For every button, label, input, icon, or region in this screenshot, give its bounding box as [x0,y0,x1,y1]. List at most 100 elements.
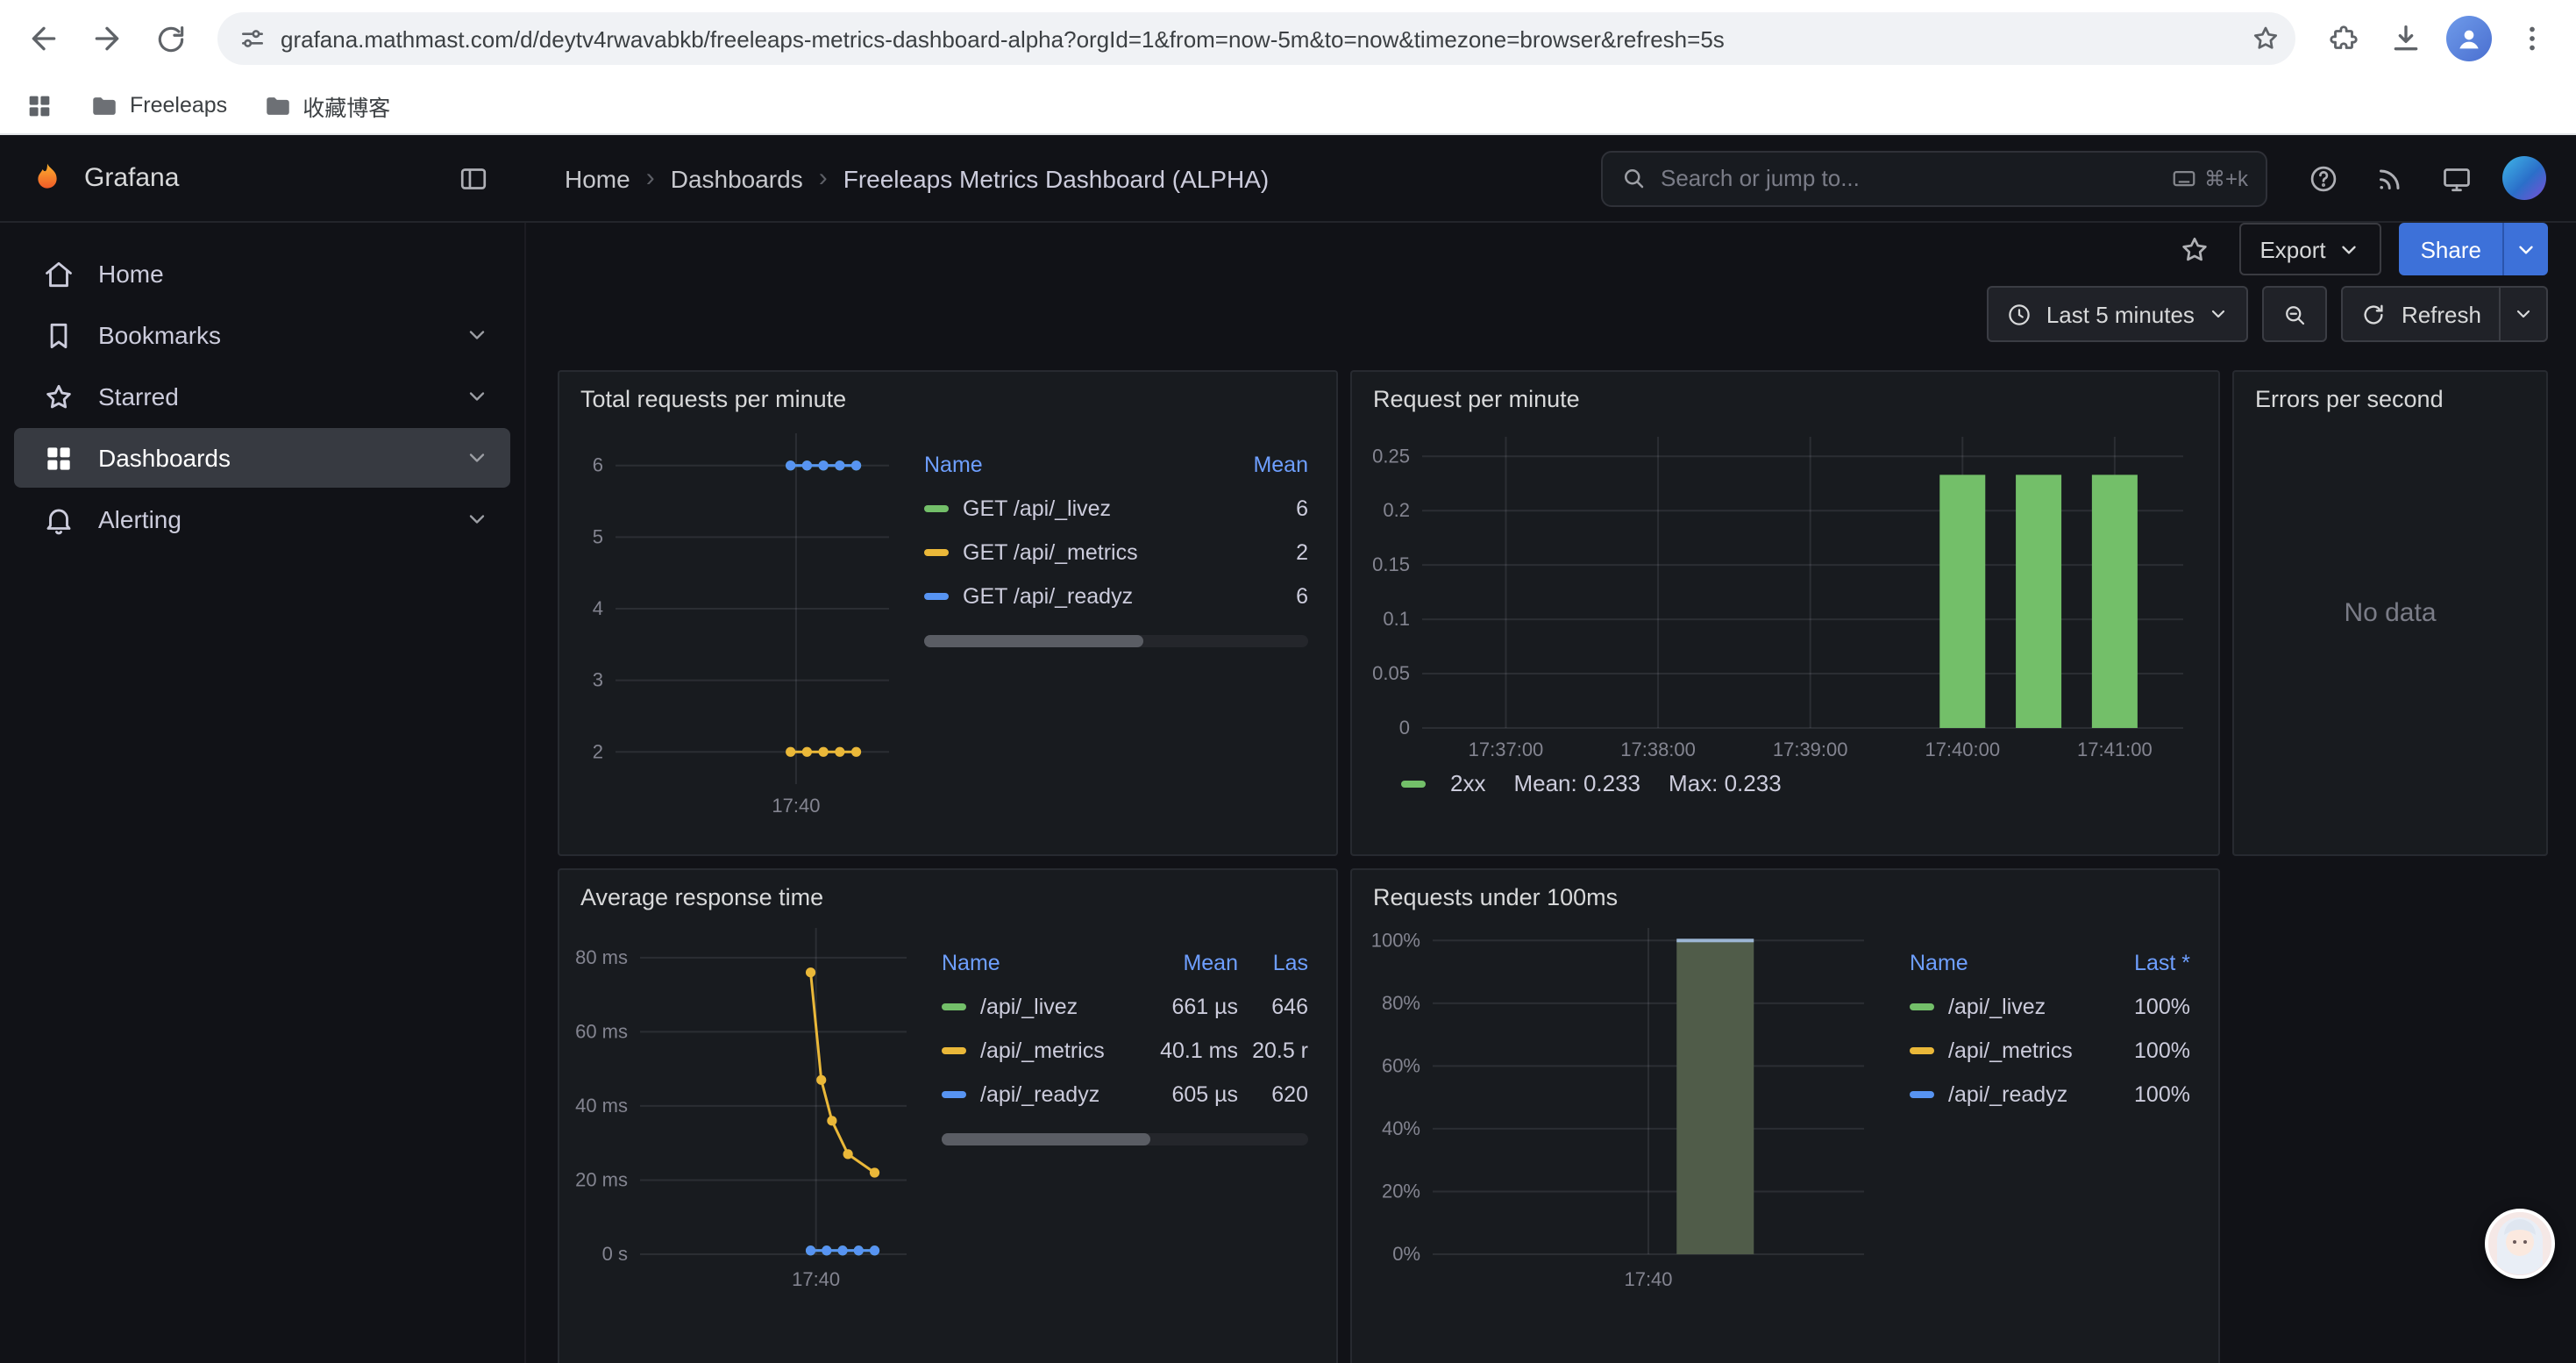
user-menu-button[interactable] [2495,150,2551,206]
average-response-time-chart[interactable]: 80 ms60 ms40 ms20 ms0 s17:40 [570,914,921,1296]
legend-row[interactable]: GET /api/_metrics2 [924,530,1308,574]
assistant-avatar[interactable] [2485,1209,2555,1279]
legend-row[interactable]: GET /api/_livez6 [924,486,1308,530]
refresh-button[interactable]: Refresh [2344,288,2499,340]
svg-text:100%: 100% [1371,929,1420,951]
time-range-picker[interactable]: Last 5 minutes [1987,286,2249,342]
bookmark-folder-freeleaps[interactable]: Freeleaps [89,90,227,120]
refresh-interval-button[interactable] [2499,288,2546,340]
zoom-out-button[interactable] [2263,286,2328,342]
chevron-down-icon[interactable] [465,507,489,532]
breadcrumb-dashboards[interactable]: Dashboards [671,164,803,192]
scrollbar-thumb[interactable] [942,1133,1150,1145]
chevron-down-icon [2515,238,2537,260]
svg-text:0: 0 [1399,717,1410,739]
share-menu-button[interactable] [2502,223,2548,275]
legend-scrollbar[interactable] [924,635,1308,647]
svg-text:0.15: 0.15 [1372,553,1410,575]
download-button[interactable] [2376,9,2436,68]
sidebar-toggle-button[interactable] [445,150,502,206]
back-button[interactable] [14,9,74,68]
zoom-out-icon [2282,301,2309,327]
legend-header: NameMean [924,444,1308,486]
sidebar-item-dashboards[interactable]: Dashboards [14,428,510,488]
site-info-icon[interactable] [238,25,267,53]
grafana-logo[interactable] [28,159,67,197]
search-box[interactable]: ⌘+k [1601,150,2267,206]
time-range-label: Last 5 minutes [2046,301,2195,327]
panel-title[interactable]: Request per minute [1352,372,2218,416]
share-label: Share [2400,223,2502,275]
bookmark-star-icon[interactable] [2250,23,2281,54]
series-value: 661 µs [1129,994,1238,1018]
help-button[interactable] [2295,150,2352,206]
bookmark-label: Freeleaps [130,93,227,118]
search-input[interactable] [1661,165,2157,191]
refresh-button-group: Refresh [2342,286,2548,342]
folder-icon [89,90,119,120]
sidebar-item-label: Bookmarks [98,321,221,349]
svg-text:17:40: 17:40 [792,1268,840,1290]
url-bar[interactable] [217,12,2295,65]
series-swatch [924,504,949,511]
chevron-down-icon[interactable] [465,384,489,409]
help-icon [2308,162,2339,194]
breadcrumb-home[interactable]: Home [565,164,630,192]
panel-title[interactable]: Total requests per minute [559,372,1336,416]
display-button[interactable] [2429,150,2485,206]
svg-text:0.05: 0.05 [1372,662,1410,684]
total-requests-chart[interactable]: 6543217:40 [570,416,903,823]
refresh-label: Refresh [2402,301,2481,327]
svg-text:0.25: 0.25 [1372,445,1410,467]
sidebar-item-label: Dashboards [98,444,231,472]
apps-grid-icon[interactable] [25,90,54,120]
chevron-down-icon[interactable] [465,323,489,347]
sidebar-item-home[interactable]: Home [14,244,510,303]
sidebar-item-starred[interactable]: Starred [14,367,510,426]
series-value: 605 µs [1129,1081,1238,1106]
legend-row[interactable]: /api/_readyz605 µs620 [942,1072,1308,1116]
svg-text:40 ms: 40 ms [575,1095,628,1117]
legend-row[interactable]: /api/_readyz100% [1910,1072,2190,1116]
legend-row[interactable]: /api/_metrics40.1 ms20.5 r [942,1028,1308,1072]
legend-row[interactable]: /api/_metrics100% [1910,1028,2190,1072]
browser-profile-button[interactable] [2439,9,2499,68]
svg-text:4: 4 [593,597,603,619]
forward-button[interactable] [77,9,137,68]
legend-inline[interactable]: 2xx Mean: 0.233 Max: 0.233 [1352,767,2218,810]
svg-text:0%: 0% [1392,1243,1420,1265]
extensions-button[interactable] [2313,9,2373,68]
no-data-message: No data [2344,597,2436,673]
sidebar-item-alerting[interactable]: Alerting [14,489,510,549]
chevron-down-icon[interactable] [465,446,489,470]
legend-row[interactable]: /api/_livez100% [1910,984,2190,1028]
legend-scrollbar[interactable] [942,1133,1308,1145]
series-swatch [942,1046,966,1053]
panel-total-requests: Total requests per minute 6543217:40 Nam… [558,370,1338,856]
favorite-dashboard-button[interactable] [2168,223,2221,275]
requests-under-100ms-chart[interactable]: 100%80%60%40%20%0%17:40 [1363,914,1889,1296]
svg-text:17:40: 17:40 [772,795,820,817]
browser-menu-button[interactable] [2502,9,2562,68]
series-swatch [1910,1046,1934,1053]
legend-table: NameMeanGET /api/_livez6GET /api/_metric… [924,444,1308,854]
series-name: /api/_readyz [1948,1081,2106,1106]
export-button[interactable]: Export [2238,223,2381,275]
reload-button[interactable] [140,9,200,68]
search-shortcut: ⌘+k [2171,165,2248,191]
bookmark-folder-blogs[interactable]: 收藏博客 [262,89,390,122]
request-per-minute-chart[interactable]: 0.250.20.150.10.05017:37:0017:38:0017:39… [1363,423,2204,767]
share-button[interactable]: Share [2400,223,2548,275]
legend-row[interactable]: /api/_livez661 µs646 [942,984,1308,1028]
url-input[interactable] [281,25,2236,52]
series-name: /api/_livez [980,994,1129,1018]
panel-title[interactable]: Requests under 100ms [1352,870,2218,914]
news-button[interactable] [2362,150,2418,206]
panel-title[interactable]: Average response time [559,870,1336,914]
legend-row[interactable]: GET /api/_readyz6 [924,574,1308,617]
browser-profile-avatar [2446,16,2492,61]
scrollbar-thumb[interactable] [924,635,1143,647]
sidebar-item-bookmarks[interactable]: Bookmarks [14,305,510,365]
series-mean: Mean: 0.233 [1513,770,1640,796]
panel-title[interactable]: Errors per second [2234,372,2546,416]
